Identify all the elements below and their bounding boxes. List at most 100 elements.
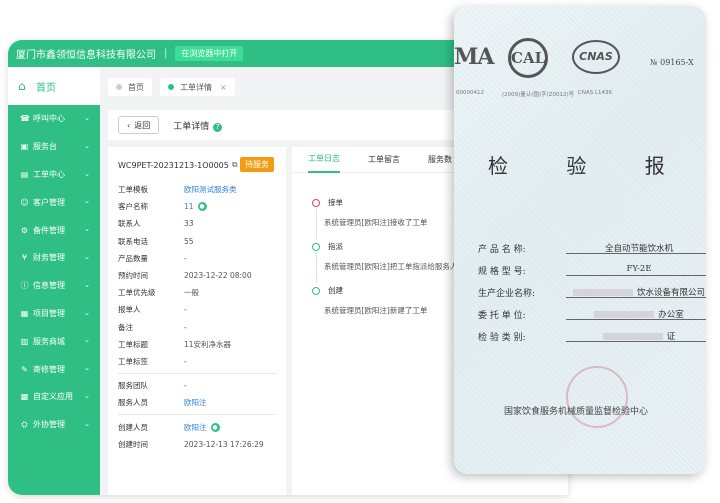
sidebar-item[interactable]: ⛭ 外协管理 ⌄	[8, 411, 100, 439]
field-value: -	[184, 357, 187, 366]
cert-field-label: 生产企业名称:	[478, 289, 536, 299]
tab-log-0[interactable]: 工单日志	[308, 147, 340, 173]
field-row: 报单人 -	[118, 301, 286, 318]
chevron-down-icon: ⌄	[84, 252, 90, 261]
chevron-down-icon: ⌄	[84, 169, 90, 178]
sidebar-item[interactable]: ☺ 客户管理 ⌄	[8, 188, 100, 216]
creator-fields: 创建人员 欧阳注 ● 创建时间 2023-12-13 17:26:29	[118, 418, 286, 452]
chevron-down-icon: ⌄	[84, 225, 90, 234]
sidebar-item[interactable]: ☎ 呼叫中心 ⌄	[8, 105, 100, 133]
order-detail-panel: WC9PET-20231213-1O0005 ⧉ 待服务 工单模板 欧阳测试服务类…	[108, 147, 286, 495]
seal-stamp	[566, 366, 628, 428]
chevron-down-icon: ⌄	[84, 197, 90, 206]
field-label: 创建人员	[118, 422, 148, 432]
field-value-text: -	[184, 356, 187, 366]
cert-code: 00000412	[456, 90, 484, 96]
field-value[interactable]: 11 ●	[184, 202, 207, 212]
sidebar-item-label: 财务管理	[33, 253, 65, 263]
field-value[interactable]: 欧阳注	[184, 397, 207, 408]
field-label: 预约时间	[118, 271, 148, 281]
sidebar-item[interactable]: ¥ 财务管理 ⌄	[8, 244, 100, 272]
copy-icon[interactable]: ⧉	[232, 160, 238, 170]
user-icon[interactable]: ●	[210, 422, 220, 432]
cert-field-value: FY-2E	[566, 264, 706, 276]
sidebar-item[interactable]: ✎ 寄修管理 ⌄	[8, 355, 100, 383]
cnas-logo: CNAS	[572, 40, 620, 74]
sidebar-item-label: 首页	[36, 82, 56, 94]
sidebar-item[interactable]: ▤ 工单中心 ⌄	[8, 161, 100, 189]
cert-field-value: 办公室	[566, 308, 706, 320]
tab-log-1[interactable]: 工单留言	[368, 147, 400, 173]
chevron-down-icon: ⌄	[84, 336, 90, 345]
open-in-browser-button[interactable]: 在浏览器中打开	[175, 46, 244, 61]
outsource-icon: ⛭	[21, 420, 28, 430]
tab-home[interactable]: 首页	[108, 78, 152, 96]
field-row: 联系人 33	[118, 215, 286, 232]
timeline-title: 指派	[328, 242, 343, 251]
help-icon[interactable]: ?	[213, 122, 223, 132]
field-value-text: 33	[184, 219, 194, 229]
field-label: 服务人员	[118, 398, 148, 408]
cal-logo: CAL	[508, 38, 548, 78]
field-value: -	[184, 305, 187, 314]
sidebar-item-label: 客户管理	[33, 197, 65, 207]
user-icon[interactable]: ●	[197, 202, 207, 212]
sidebar-item-label: 服务商城	[33, 336, 65, 346]
cert-field-value-text: 证	[666, 332, 676, 342]
tab-log-2[interactable]: 服务数	[428, 147, 452, 173]
cma-logo: MA	[454, 44, 494, 70]
tab-order-detail[interactable]: 工单详情 ×	[160, 78, 235, 96]
timeline-desc: 系统管理员[欧阳注]把工单指派给服务人	[324, 262, 458, 271]
inspection-certificate: MA CAL CNAS № 09165-X 00000412 (2009)量认(…	[454, 6, 706, 474]
cert-field-label: 检 验 类 别:	[478, 333, 526, 343]
cert-field-value-text: 饮水设备有限公司	[636, 288, 705, 298]
sidebar-item-home[interactable]: ⌂ 首页	[8, 67, 100, 105]
info-icon: ⓘ	[20, 281, 29, 291]
cert-field-value-text: FY-2E	[626, 264, 652, 274]
certificate-org: 国家饮食服务机械质量监督检验中心	[504, 407, 649, 417]
cert-field-label: 产 品 名 称:	[478, 245, 526, 255]
sidebar-item[interactable]: ▩ 自定义应用 ⌄	[8, 383, 100, 411]
field-value-text: -	[184, 253, 187, 263]
timeline-title: 创建	[328, 286, 343, 295]
divider	[118, 414, 276, 416]
field-value-text: -	[184, 381, 187, 391]
chevron-down-icon: ⌄	[84, 308, 90, 317]
sidebar-item[interactable]: ▦ 项目管理 ⌄	[8, 300, 100, 328]
service-fields: 服务团队 - 服务人员 欧阳注	[118, 377, 286, 411]
sidebar-item[interactable]: ⓘ 信息管理 ⌄	[8, 272, 100, 300]
back-button[interactable]: ‹ 返回	[118, 116, 160, 134]
cert-field-value-text: 办公室	[658, 310, 684, 320]
redaction-bar	[572, 289, 633, 296]
redaction-bar	[594, 311, 655, 318]
field-value-text: 55	[184, 236, 194, 246]
sidebar-item-label: 信息管理	[33, 281, 65, 291]
separator: |	[164, 48, 168, 59]
sidebar-item[interactable]: ▣ 服务台 ⌄	[8, 133, 100, 161]
field-row: 创建人员 欧阳注 ●	[118, 418, 286, 435]
detail-fields: 工单模板 欧阳测试服务类 客户名称 11 ● 联系人 33 联系电话 55 产品数量 - 预约时间 20…	[118, 181, 286, 370]
timeline-line	[316, 253, 317, 283]
field-value-text: 2023-12-22 08:00	[184, 271, 252, 281]
field-value: 11安利净水器	[184, 339, 231, 350]
field-value: 55	[184, 237, 194, 246]
repair-icon: ✎	[21, 364, 28, 374]
cert-field-value: 证	[566, 330, 706, 342]
field-value[interactable]: 欧阳测试服务类	[184, 184, 237, 195]
field-row: 工单标题 11安利净水器	[118, 336, 286, 353]
page-title: 工单详情?	[173, 119, 223, 132]
close-icon[interactable]: ×	[220, 83, 227, 92]
sidebar-item[interactable]: ⚙ 备件管理 ⌄	[8, 216, 100, 244]
tab-dot-icon	[168, 84, 174, 90]
sidebar-item-label: 寄修管理	[33, 364, 65, 374]
arrow-left-icon: ‹	[127, 120, 131, 130]
field-row: 服务团队 -	[118, 377, 286, 394]
field-value: -	[184, 381, 187, 390]
field-value[interactable]: 欧阳注 ●	[184, 422, 220, 433]
home-icon: ⌂	[18, 79, 26, 93]
chevron-down-icon: ⌄	[84, 141, 90, 150]
cert-field-label: 委 托 单 位:	[478, 311, 526, 321]
tab-label: 工单详情	[180, 82, 212, 92]
customer-icon: ☺	[20, 197, 29, 207]
sidebar-item[interactable]: ▥ 服务商城 ⌄	[8, 327, 100, 355]
